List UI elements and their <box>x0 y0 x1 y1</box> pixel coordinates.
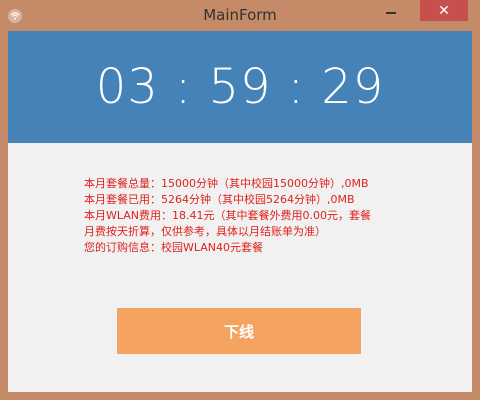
minimize-button[interactable] <box>374 0 408 21</box>
account-info: 本月套餐总量：15000分钟（其中校园15000分钟）,0MB 本月套餐已用：5… <box>84 176 400 256</box>
client-area: 03 : 59 : 29 本月套餐总量：15000分钟（其中校园15000分钟）… <box>8 31 472 392</box>
offline-button[interactable]: 下线 <box>116 307 362 355</box>
close-icon: ✕ <box>438 2 450 19</box>
close-button[interactable]: ✕ <box>420 0 468 21</box>
info-line-note: 月费按天折算，仅供参考，具体以月结账单为准） <box>84 225 326 238</box>
info-line-wlan-fee: 本月WLAN费用：18.41元（其中套餐外费用0.00元，套餐 <box>84 209 371 222</box>
main-window: MainForm ✕ 03 : 59 : 29 本月套餐总量：15000分钟（其… <box>0 0 480 400</box>
timer-panel: 03 : 59 : 29 <box>8 31 472 143</box>
window-title: MainForm <box>203 6 277 24</box>
info-line-used: 本月套餐已用：5264分钟（其中校园5264分钟）,0MB <box>84 193 355 206</box>
title-bar[interactable]: MainForm ✕ <box>0 0 480 31</box>
minimize-icon <box>386 11 396 14</box>
info-line-total: 本月套餐总量：15000分钟（其中校园15000分钟）,0MB <box>84 177 369 190</box>
info-line-subscription: 您的订购信息：校园WLAN40元套餐 <box>84 241 264 254</box>
timer-display: 03 : 59 : 29 <box>95 59 385 115</box>
